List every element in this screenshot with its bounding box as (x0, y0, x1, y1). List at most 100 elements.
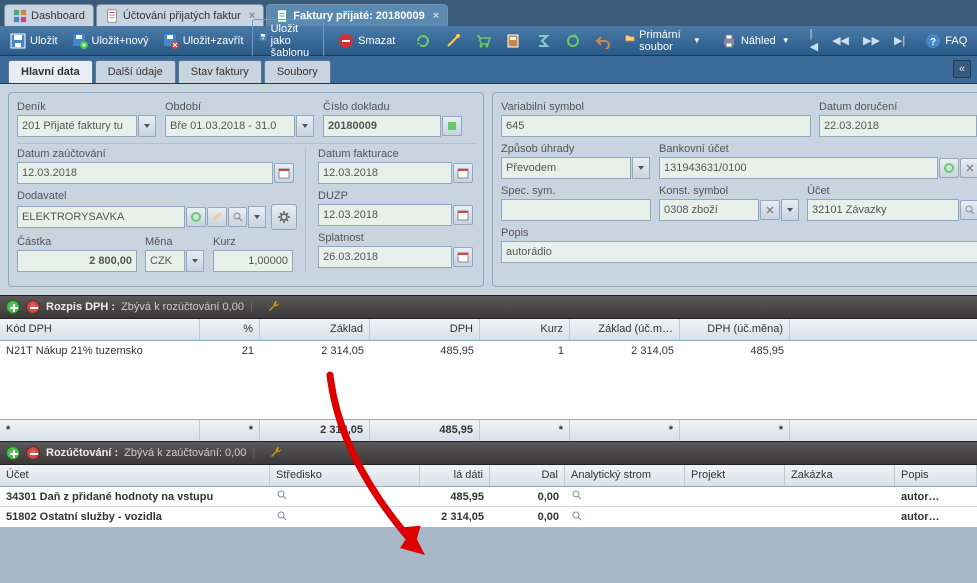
dodavatel-view-button[interactable] (186, 207, 206, 227)
konst-dropdown-button[interactable] (781, 199, 799, 221)
col-kod[interactable]: Kód DPH (0, 319, 200, 340)
calendar-button[interactable] (274, 163, 294, 183)
denik-select[interactable] (17, 115, 137, 137)
zpusob-dropdown-button[interactable] (632, 157, 650, 179)
dodavatel-input[interactable] (17, 206, 185, 228)
ucet-input[interactable] (807, 199, 959, 221)
var-symbol-input[interactable] (501, 115, 811, 137)
preview-button[interactable]: Náhled▼ (715, 30, 796, 52)
collapse-panel-button[interactable]: « (953, 60, 971, 78)
zpusob-select[interactable] (501, 157, 631, 179)
kurz-input[interactable] (213, 250, 293, 272)
foot-star3: * (480, 420, 570, 441)
splatnost-input[interactable] (318, 246, 452, 268)
dodavatel-dropdown-button[interactable] (248, 206, 266, 228)
add-row-button[interactable] (6, 300, 20, 314)
col-ucet[interactable]: Účet (0, 465, 270, 486)
magnifier-icon[interactable] (571, 510, 583, 525)
tab-soubory[interactable]: Soubory (264, 60, 331, 83)
col-zakazka[interactable]: Zakázka (785, 465, 895, 486)
close-icon[interactable]: × (433, 10, 439, 22)
bank-clear-button[interactable] (960, 158, 977, 178)
col-stredisko[interactable]: Středisko (270, 465, 420, 486)
konst-clear-button[interactable] (760, 200, 780, 220)
castka-input[interactable] (17, 250, 137, 272)
action-icon-4[interactable] (499, 30, 527, 52)
duzp-input[interactable] (318, 204, 452, 226)
datum-zauct-input[interactable] (17, 162, 273, 184)
action-icon-2[interactable] (439, 30, 467, 52)
save-button[interactable]: Uložit (4, 30, 64, 52)
magnifier-icon[interactable] (571, 489, 583, 504)
nav-first-button[interactable]: |◀ (804, 25, 824, 56)
calendar-button[interactable] (453, 247, 473, 267)
bank-ucet-input[interactable] (659, 157, 938, 179)
save-close-button[interactable]: Uložit+zavřít (157, 30, 250, 52)
tab-stav[interactable]: Stav faktury (178, 60, 262, 83)
table-row[interactable]: 51802 Ostatní služby - vozidla 2 314,05 … (0, 507, 977, 527)
tab-label: Účtování přijatých faktur (123, 10, 241, 22)
tab-uctovani[interactable]: Účtování přijatých faktur × (96, 4, 264, 26)
cislo-generate-button[interactable] (442, 116, 462, 136)
calendar-button[interactable] (453, 205, 473, 225)
col-dal[interactable]: Dal (490, 465, 565, 486)
col-zaklad-uc[interactable]: Základ (úč.m… (570, 319, 680, 340)
calendar-button[interactable] (453, 163, 473, 183)
dodavatel-edit-button[interactable] (207, 207, 227, 227)
table-row[interactable]: N21T Nákup 21% tuzemsko 21 2 314,05 485,… (0, 341, 977, 361)
col-projekt[interactable]: Projekt (685, 465, 785, 486)
denik-dropdown-button[interactable] (138, 115, 156, 137)
wrench-icon[interactable] (269, 445, 283, 462)
remove-row-button[interactable] (26, 300, 40, 314)
table-row[interactable]: 34301 Daň z přidané hodnoty na vstupu 48… (0, 487, 977, 507)
ucet-search-button[interactable] (960, 200, 977, 220)
nav-last-button[interactable]: ▶| (888, 31, 911, 50)
dph-grid-footer: * * 2 314,05 485,95 * * * (0, 419, 977, 441)
action-icon-7[interactable] (589, 30, 617, 52)
wrench-icon[interactable] (267, 299, 281, 316)
magnifier-icon[interactable] (276, 489, 288, 504)
col-strom[interactable]: Analytický strom (565, 465, 685, 486)
tab-dalsi[interactable]: Další údaje (95, 60, 176, 83)
primary-file-button[interactable]: Primární soubor▼ (619, 26, 706, 56)
mena-select[interactable] (145, 250, 185, 272)
col-dph-uc[interactable]: DPH (úč.měna) (680, 319, 790, 340)
dodavatel-settings-button[interactable] (271, 204, 297, 230)
col-dph[interactable]: DPH (370, 319, 480, 340)
popis-input[interactable] (501, 241, 977, 263)
foot-zaklad: 2 314,05 (260, 420, 370, 441)
cell-ma-dati: 2 314,05 (420, 509, 490, 525)
nav-next-button[interactable]: ▶▶ (857, 31, 886, 50)
col-pct[interactable]: % (200, 319, 260, 340)
col-ma-dati[interactable]: lá dáti (420, 465, 490, 486)
action-icon-3[interactable] (469, 30, 497, 52)
undo-icon (595, 33, 611, 49)
faq-button[interactable]: ?FAQ (919, 30, 973, 52)
col-zaklad[interactable]: Základ (260, 319, 370, 340)
remove-row-button[interactable] (26, 446, 40, 460)
sigma-icon (535, 33, 551, 49)
action-icon-1[interactable] (409, 30, 437, 52)
cislo-input[interactable] (323, 115, 441, 137)
delete-button[interactable]: Smazat (332, 30, 401, 52)
magnifier-icon[interactable] (276, 510, 288, 525)
col-kurz[interactable]: Kurz (480, 319, 570, 340)
datum-doruc-input[interactable] (819, 115, 977, 137)
datum-fakt-input[interactable] (318, 162, 452, 184)
bank-view-button[interactable] (939, 158, 959, 178)
action-icon-5[interactable] (529, 30, 557, 52)
col-popis[interactable]: Popis (895, 465, 977, 486)
cell-dph: 485,95 (370, 343, 480, 359)
dodavatel-search-button[interactable] (228, 207, 248, 227)
tab-dashboard[interactable]: Dashboard (4, 4, 94, 26)
nav-prev-button[interactable]: ◀◀ (826, 31, 855, 50)
obdobi-dropdown-button[interactable] (296, 115, 314, 137)
konst-input[interactable] (659, 199, 759, 221)
obdobi-select[interactable] (165, 115, 295, 137)
add-row-button[interactable] (6, 446, 20, 460)
save-new-button[interactable]: Uložit+nový (66, 30, 155, 52)
mena-dropdown-button[interactable] (186, 250, 204, 272)
spec-input[interactable] (501, 199, 651, 221)
action-icon-6[interactable] (559, 30, 587, 52)
tab-hlavni[interactable]: Hlavní data (8, 60, 93, 83)
